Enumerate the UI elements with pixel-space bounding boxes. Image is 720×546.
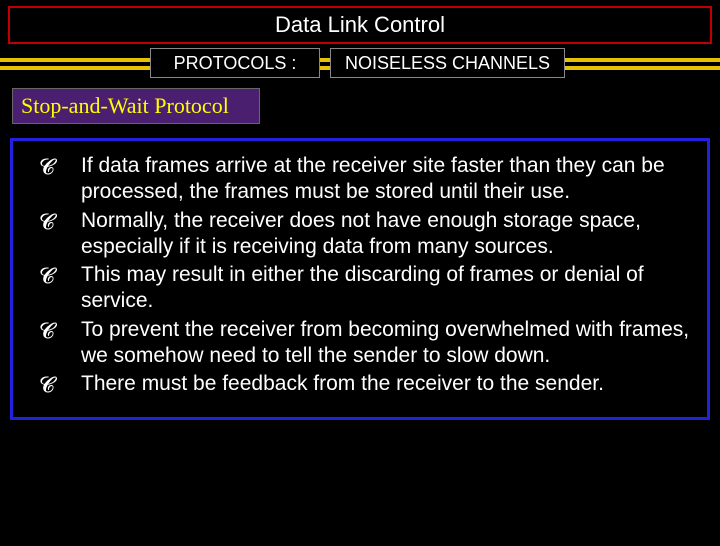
list-item: If data frames arrive at the receiver si…	[27, 153, 693, 206]
list-item: To prevent the receiver from becoming ov…	[27, 317, 693, 370]
page-title: Data Link Control	[275, 12, 445, 38]
protocols-label: PROTOCOLS :	[174, 53, 297, 74]
list-item: There must be feedback from the receiver…	[27, 371, 693, 397]
channels-label-box: NOISELESS CHANNELS	[330, 48, 565, 78]
channels-label: NOISELESS CHANNELS	[345, 53, 550, 74]
subheading: Stop-and-Wait Protocol	[21, 93, 229, 119]
content-box: If data frames arrive at the receiver si…	[10, 138, 710, 420]
list-item: This may result in either the discarding…	[27, 262, 693, 315]
protocols-label-box: PROTOCOLS :	[150, 48, 320, 78]
title-bar: Data Link Control	[8, 6, 712, 44]
subheading-box: Stop-and-Wait Protocol	[12, 88, 260, 124]
stripe-row: PROTOCOLS : NOISELESS CHANNELS	[0, 50, 720, 80]
list-item: Normally, the receiver does not have eno…	[27, 208, 693, 261]
bullet-list: If data frames arrive at the receiver si…	[27, 153, 693, 397]
